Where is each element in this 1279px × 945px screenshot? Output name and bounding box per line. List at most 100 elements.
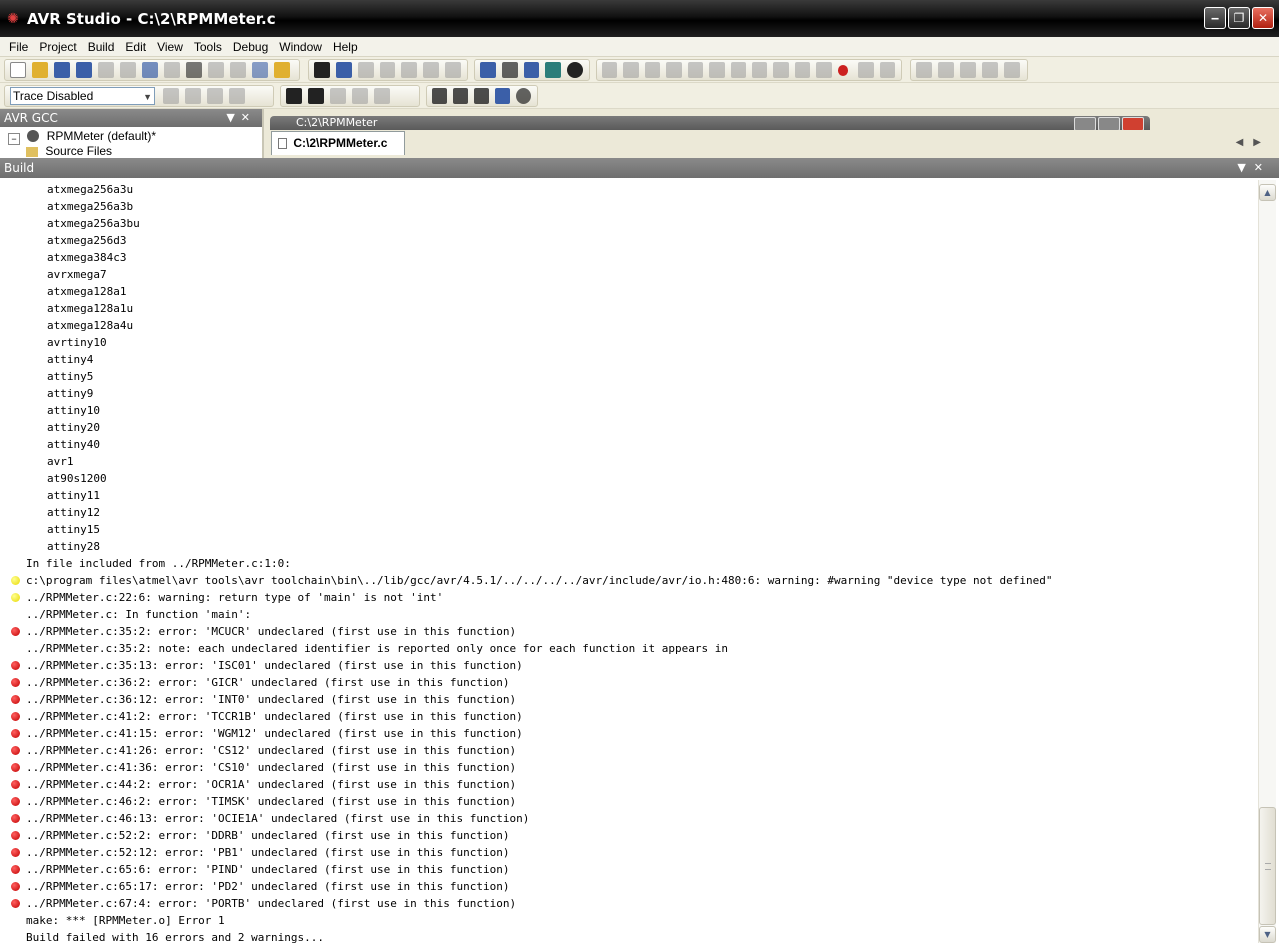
- stop-icon[interactable]: [623, 62, 639, 78]
- prev-bookmark-icon[interactable]: [379, 62, 396, 78]
- connect-icon[interactable]: [286, 88, 302, 104]
- build-log-line[interactable]: ../RPMMeter.c:46:2: error: 'TIMSK' undec…: [0, 793, 1255, 810]
- save-all-icon[interactable]: [76, 62, 92, 78]
- auto-step-icon[interactable]: [773, 62, 789, 78]
- build-log-line[interactable]: ../RPMMeter.c:35:2: error: 'MCUCR' undec…: [0, 623, 1255, 640]
- close-file-icon[interactable]: [98, 62, 114, 78]
- menu-window[interactable]: Window: [279, 40, 322, 54]
- tab-prev-icon[interactable]: ◀: [1236, 137, 1254, 148]
- menu-help[interactable]: Help: [333, 40, 358, 54]
- compile-icon[interactable]: [501, 62, 518, 78]
- avr-programmer-icon[interactable]: [308, 88, 324, 104]
- calendar-icon[interactable]: [432, 88, 447, 104]
- collapse-icon[interactable]: −: [8, 133, 20, 145]
- build-log-line[interactable]: ../RPMMeter.c:35:2: note: each undeclare…: [0, 640, 1255, 657]
- panel-close-icon[interactable]: ✕: [241, 111, 256, 124]
- build-log-line[interactable]: ../RPMMeter.c:44:2: error: 'OCR1A' undec…: [0, 776, 1255, 793]
- tab-next-icon[interactable]: ▶: [1253, 137, 1271, 148]
- build-log-line[interactable]: atxmega384c3: [0, 249, 1255, 266]
- project-tree-folder[interactable]: Source Files: [0, 145, 262, 158]
- paste-icon[interactable]: [164, 62, 180, 78]
- build-log-line[interactable]: atxmega256a3bu: [0, 215, 1255, 232]
- build-log-line[interactable]: atxmega128a1u: [0, 300, 1255, 317]
- project-tree-root[interactable]: − RPMMeter (default)*: [0, 127, 262, 145]
- editor-close-button[interactable]: [1122, 117, 1144, 130]
- remove-breakpoints-icon[interactable]: [858, 62, 874, 78]
- build-log-line[interactable]: ../RPMMeter.c:65:6: error: 'PIND' undecl…: [0, 861, 1255, 878]
- build-panel-menu-icon[interactable]: ▼: [1237, 161, 1253, 174]
- build-log-line[interactable]: at90s1200: [0, 470, 1255, 487]
- menu-build[interactable]: Build: [88, 40, 115, 54]
- build-log-line[interactable]: attiny5: [0, 368, 1255, 385]
- build-log-line[interactable]: ../RPMMeter.c:41:15: error: 'WGM12' unde…: [0, 725, 1255, 742]
- build-log-line[interactable]: ../RPMMeter.c:65:17: error: 'PD2' undecl…: [0, 878, 1255, 895]
- menu-debug[interactable]: Debug: [233, 40, 268, 54]
- build-log-line[interactable]: ../RPMMeter.c:36:12: error: 'INT0' undec…: [0, 691, 1255, 708]
- menu-view[interactable]: View: [157, 40, 183, 54]
- build-log-line[interactable]: ../RPMMeter.c:35:13: error: 'ISC01' unde…: [0, 657, 1255, 674]
- io-view-icon[interactable]: [982, 62, 998, 78]
- clean-icon[interactable]: [523, 62, 540, 78]
- step-over-icon[interactable]: [709, 62, 725, 78]
- build-log-line[interactable]: attiny28: [0, 538, 1255, 555]
- scroll-down-icon[interactable]: ▼: [1259, 926, 1276, 943]
- build-log-line[interactable]: ../RPMMeter.c:67:4: error: 'PORTB' undec…: [0, 895, 1255, 912]
- cross-icon[interactable]: [495, 88, 510, 104]
- find-in-files-icon[interactable]: [274, 62, 290, 78]
- build-log-line[interactable]: atxmega128a1: [0, 283, 1255, 300]
- quickwatch-icon[interactable]: [794, 62, 811, 78]
- panel-menu-icon[interactable]: ▼: [226, 111, 240, 124]
- scroll-up-icon[interactable]: ▲: [1259, 184, 1276, 201]
- build-output-pane[interactable]: atxmega256a3u atxmega256a3b atxmega256a3bu…: [0, 178, 1279, 945]
- run-to-cursor-icon[interactable]: [751, 62, 768, 78]
- build-log-line[interactable]: attiny10: [0, 402, 1255, 419]
- restore-button[interactable]: ❐: [1228, 7, 1250, 29]
- vertical-scrollbar[interactable]: ▲ ▼: [1258, 180, 1276, 943]
- build-log-line[interactable]: attiny12: [0, 504, 1255, 521]
- build-log-line[interactable]: ../RPMMeter.c:52:12: error: 'PB1' undecl…: [0, 844, 1255, 861]
- build-log-line[interactable]: c:\program files\atmel\avr tools\avr too…: [0, 572, 1255, 589]
- build-log-line[interactable]: ../RPMMeter.c:36:2: error: 'GICR' undecl…: [0, 674, 1255, 691]
- options-icon[interactable]: [545, 62, 562, 78]
- stack-icon[interactable]: [474, 88, 489, 104]
- menu-tools[interactable]: Tools: [194, 40, 222, 54]
- undo-icon[interactable]: [208, 62, 224, 78]
- menu-file[interactable]: File: [9, 40, 28, 54]
- build-log-line[interactable]: attiny40: [0, 436, 1255, 453]
- registers-icon[interactable]: [960, 62, 976, 78]
- build-log-line[interactable]: attiny15: [0, 521, 1255, 538]
- save-icon[interactable]: [54, 62, 70, 78]
- reset-icon[interactable]: [687, 62, 704, 78]
- build-log-line[interactable]: atxmega128a4u: [0, 317, 1255, 334]
- trace-mode-select[interactable]: Trace Disabled ▼: [10, 87, 155, 105]
- watch-icon[interactable]: [916, 62, 932, 78]
- trace-icon[interactable]: [879, 62, 896, 78]
- build-log-line[interactable]: avrtiny10: [0, 334, 1255, 351]
- clear-bookmarks-icon[interactable]: [401, 62, 418, 78]
- outdent-icon[interactable]: [445, 62, 462, 78]
- cut-icon[interactable]: [120, 62, 136, 78]
- auto-icon[interactable]: [374, 88, 390, 104]
- indent-icon[interactable]: [423, 62, 440, 78]
- build-log-line[interactable]: ../RPMMeter.c:41:2: error: 'TCCR1B' unde…: [0, 708, 1255, 725]
- build-log-line[interactable]: atxmega256a3b: [0, 198, 1255, 215]
- build-log-line[interactable]: ../RPMMeter.c:41:36: error: 'CS10' undec…: [0, 759, 1255, 776]
- open-folder-icon[interactable]: [32, 62, 48, 78]
- scroll-thumb[interactable]: [1259, 807, 1276, 925]
- redo-icon[interactable]: [230, 62, 246, 78]
- step-out-icon[interactable]: [730, 62, 746, 78]
- trace-clear-icon[interactable]: [185, 88, 201, 104]
- build-log-line[interactable]: In file included from ../RPMMeter.c:1:0:: [0, 555, 1255, 572]
- run-icon[interactable]: [602, 62, 618, 78]
- auto-connect-icon[interactable]: [352, 88, 368, 104]
- step-into-icon[interactable]: [644, 62, 661, 78]
- build-panel-close-icon[interactable]: ✕: [1254, 161, 1271, 174]
- settings-gear-icon[interactable]: [516, 88, 531, 104]
- build-log-line[interactable]: ../RPMMeter.c:52:2: error: 'DDRB' undecl…: [0, 827, 1255, 844]
- build-log-line[interactable]: Build failed with 16 errors and 2 warnin…: [0, 929, 1255, 945]
- trace-filter-icon[interactable]: [163, 88, 179, 104]
- build-log-line[interactable]: ../RPMMeter.c:41:26: error: 'CS12' undec…: [0, 742, 1255, 759]
- editor-restore-button[interactable]: [1098, 117, 1120, 130]
- minimize-button[interactable]: ‒: [1204, 7, 1226, 29]
- build-log-line[interactable]: attiny9: [0, 385, 1255, 402]
